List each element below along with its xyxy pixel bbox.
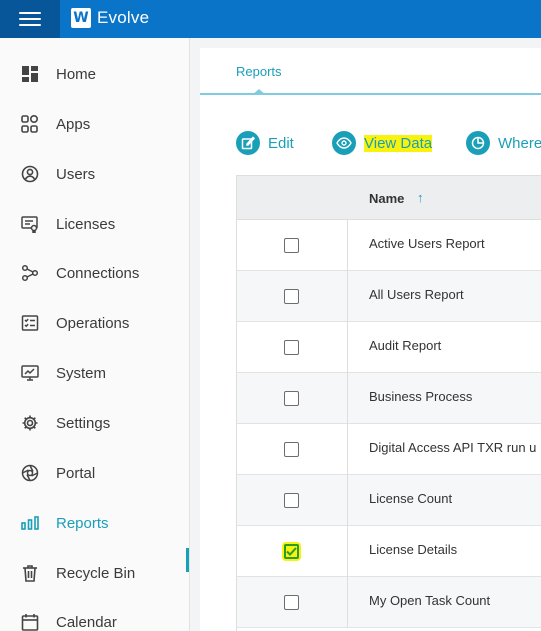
edit-button[interactable]: Edit (236, 130, 294, 156)
sidebar-item-calendar[interactable]: Calendar (0, 602, 190, 631)
portal-icon (20, 463, 40, 483)
sidebar-item-label: Reports (56, 514, 109, 532)
table-header: Name ↑ (237, 175, 541, 220)
active-indicator (186, 548, 189, 572)
top-bar: W Evolve (0, 0, 541, 38)
pie-chart-icon (466, 131, 490, 155)
gear-icon (20, 413, 40, 433)
trash-icon (20, 563, 40, 583)
sidebar-item-system[interactable]: System (0, 353, 190, 393)
sidebar-item-label: Settings (56, 414, 111, 432)
apps-icon (20, 114, 40, 134)
licenses-icon (20, 214, 40, 234)
view-data-label: View Data (364, 134, 433, 152)
row-checkbox[interactable] (284, 391, 299, 406)
hamburger-icon (19, 12, 41, 26)
sidebar-item-reports[interactable]: Reports (0, 503, 190, 543)
table-row[interactable]: License Details (237, 526, 541, 577)
report-name: Business Process (369, 389, 473, 404)
table-row[interactable]: My Open Task Count (237, 577, 541, 628)
sidebar-item-label: Portal (56, 464, 96, 482)
edit-label: Edit (268, 134, 294, 152)
tab-bar: Reports (200, 48, 541, 95)
checkbox-cell (237, 373, 348, 424)
row-checkbox[interactable] (284, 493, 299, 508)
sidebar-item-label: Licenses (56, 215, 116, 233)
sidebar-item-home[interactable]: Home (0, 54, 190, 94)
row-checkbox-checked[interactable] (284, 544, 299, 559)
table-row[interactable]: Active Users Report (237, 220, 541, 271)
checkbox-cell (237, 577, 348, 628)
operations-icon (20, 313, 40, 333)
sidebar-item-label: Home (56, 65, 97, 83)
sidebar-item-connections[interactable]: Connections (0, 253, 190, 293)
sidebar-item-users[interactable]: Users (0, 154, 190, 194)
checkbox-cell (237, 220, 348, 271)
sidebar-item-recycle-bin[interactable]: Recycle Bin (0, 553, 190, 593)
checkbox-cell (237, 322, 348, 373)
system-icon (20, 363, 40, 383)
toolbar: Edit View Data Where (236, 130, 541, 156)
table-row[interactable]: Audit Report (237, 322, 541, 373)
sidebar-item-operations[interactable]: Operations (0, 303, 190, 343)
where-label: Where (498, 134, 541, 152)
report-name: All Users Report (369, 287, 464, 302)
table-row[interactable]: Digital Access API TXR run u (237, 424, 541, 475)
reports-icon (20, 513, 40, 533)
row-checkbox[interactable] (284, 595, 299, 610)
edit-icon (236, 131, 260, 155)
report-name: License Details (369, 542, 458, 557)
checkbox-cell (237, 475, 348, 526)
sidebar-item-label: Calendar (56, 613, 117, 631)
brand[interactable]: W Evolve (71, 8, 149, 28)
brand-logo: W (71, 8, 91, 28)
report-name: License Count (369, 491, 453, 506)
reports-table: Name ↑ Active Users Report All Users Rep… (236, 175, 541, 631)
report-name: Active Users Report (369, 236, 485, 251)
sidebar-item-licenses[interactable]: Licenses (0, 204, 190, 244)
sidebar-item-label: Users (56, 165, 96, 183)
home-icon (20, 64, 40, 84)
checkbox-cell (237, 424, 348, 475)
checkbox-cell (237, 526, 348, 577)
where-button[interactable]: Where (466, 130, 541, 156)
sidebar-item-label: Recycle Bin (56, 564, 136, 582)
table-row[interactable]: All Users Report (237, 271, 541, 322)
sidebar-item-settings[interactable]: Settings (0, 403, 190, 443)
row-checkbox[interactable] (284, 238, 299, 253)
checkmark-icon (286, 547, 297, 556)
sidebar: Home Apps Users Licenses Connections Ope… (0, 38, 190, 631)
menu-button[interactable] (0, 0, 60, 38)
checkbox-cell (237, 271, 348, 322)
view-data-button[interactable]: View Data (332, 130, 433, 156)
sidebar-item-label: Apps (56, 115, 91, 133)
sidebar-item-label: System (56, 364, 107, 382)
app-title: Evolve (97, 8, 150, 27)
users-icon (20, 164, 40, 184)
report-name: Audit Report (369, 338, 442, 353)
row-checkbox[interactable] (284, 289, 299, 304)
main-panel: Reports Edit View Data Where Name ↑ Acti… (200, 48, 541, 631)
column-header-name[interactable]: Name (369, 191, 404, 206)
table-row[interactable]: License Count (237, 475, 541, 526)
sidebar-item-apps[interactable]: Apps (0, 104, 190, 144)
report-name: Digital Access API TXR run u (369, 440, 537, 455)
calendar-icon (20, 612, 40, 631)
sidebar-item-label: Operations (56, 314, 130, 332)
sidebar-item-portal[interactable]: Portal (0, 453, 190, 493)
sort-asc-icon[interactable]: ↑ (417, 190, 424, 205)
row-checkbox[interactable] (284, 442, 299, 457)
eye-icon (332, 131, 356, 155)
table-row[interactable]: Business Process (237, 373, 541, 424)
tab-active-caret (252, 89, 266, 95)
row-checkbox[interactable] (284, 340, 299, 355)
report-name: My Open Task Count (369, 593, 491, 608)
tab-reports[interactable]: Reports (236, 64, 282, 79)
connections-icon (20, 263, 40, 283)
sidebar-item-label: Connections (56, 264, 140, 282)
